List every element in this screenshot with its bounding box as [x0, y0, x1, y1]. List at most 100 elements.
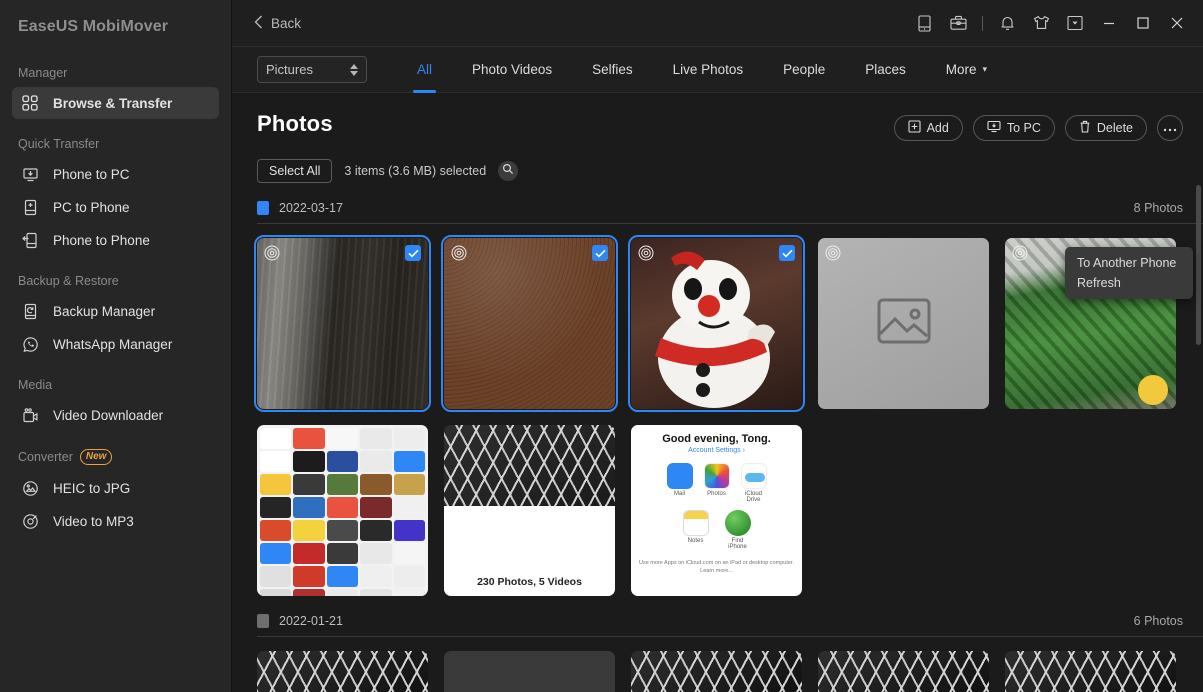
- to-pc-icon: [987, 120, 1001, 136]
- tab-places[interactable]: Places: [845, 47, 926, 93]
- photo-thumbnail-snowman[interactable]: [631, 238, 802, 409]
- live-photo-icon: [264, 245, 280, 261]
- thumbnail-image: [818, 238, 989, 409]
- heic-icon: [20, 478, 40, 498]
- live-photo-icon: [1012, 245, 1028, 261]
- section-label-text: Converter: [18, 450, 73, 464]
- menu-item-refresh[interactable]: Refresh: [1065, 273, 1193, 293]
- sidebar-item-phone-to-pc[interactable]: Phone to PC: [12, 158, 219, 190]
- toolbox-icon[interactable]: [942, 8, 974, 38]
- group-checkbox[interactable]: [257, 614, 269, 628]
- pc-to-phone-icon: [20, 197, 40, 217]
- photo-thumbnail-keyboard-2[interactable]: [631, 651, 802, 692]
- photo-thumbnail-loading[interactable]: [444, 651, 615, 692]
- source-select[interactable]: Pictures: [257, 56, 367, 83]
- to-pc-label: To PC: [1007, 121, 1041, 135]
- thumbnail-image: [1005, 651, 1176, 692]
- video-download-icon: [20, 405, 40, 425]
- sidebar-item-browse-transfer[interactable]: Browse & Transfer: [12, 87, 219, 119]
- photo-thumbnail-leather[interactable]: [444, 238, 615, 409]
- dropdown-box-icon[interactable]: [1059, 8, 1091, 38]
- photo-checkbox[interactable]: [405, 245, 421, 261]
- tab-people[interactable]: People: [763, 47, 845, 93]
- new-badge: New: [80, 449, 113, 465]
- sidebar-item-video-to-mp3[interactable]: Video to MP3: [12, 505, 219, 537]
- tab-more[interactable]: More ▾: [926, 47, 1007, 93]
- photo-thumbnail-keyboard-3[interactable]: [818, 651, 989, 692]
- tab-label: All: [417, 62, 432, 77]
- icloud-app-photos: Photos: [704, 463, 730, 503]
- tshirt-icon[interactable]: [1025, 8, 1057, 38]
- trash-icon: [1079, 120, 1091, 136]
- sidebar-item-label: Video to MP3: [53, 514, 134, 529]
- album-caption: 230 Photos, 5 Videos: [444, 568, 615, 596]
- source-select-label: Pictures: [266, 62, 350, 77]
- section-label-text: Quick Transfer: [18, 137, 99, 151]
- sidebar-item-video-downloader[interactable]: Video Downloader: [12, 399, 219, 431]
- photo-thumbnail-wood[interactable]: [257, 238, 428, 409]
- page-title: Photos: [257, 111, 333, 137]
- sidebar-item-phone-to-phone[interactable]: Phone to Phone: [12, 224, 219, 256]
- icloud-app-mail: Mail: [667, 463, 693, 503]
- tab-selfies[interactable]: Selfies: [572, 47, 653, 93]
- add-label: Add: [927, 121, 949, 135]
- app-label: Notes: [683, 538, 709, 544]
- back-button[interactable]: Back: [248, 11, 307, 36]
- photo-thumbnail-album-collage[interactable]: 230 Photos, 5 Videos: [444, 425, 615, 596]
- bell-icon[interactable]: [991, 8, 1023, 38]
- tab-live-photos[interactable]: Live Photos: [653, 47, 764, 93]
- photo-thumbnail-keyboard-1[interactable]: [257, 651, 428, 692]
- photo-thumbnail-keyboard-4[interactable]: [1005, 651, 1176, 692]
- phone-to-phone-icon: [20, 230, 40, 250]
- selection-info: 3 items (3.6 MB) selected: [344, 164, 486, 178]
- tab-all[interactable]: All: [397, 47, 452, 93]
- icloud-app-row-2: Notes Find iPhone: [637, 510, 796, 550]
- mp3-icon: [20, 511, 40, 531]
- notes-icon: [683, 510, 709, 536]
- back-label: Back: [271, 16, 301, 31]
- icloud-app-drive: iCloud Drive: [741, 463, 767, 503]
- more-options-button[interactable]: [1157, 115, 1183, 141]
- tabbar: Pictures All Photo Videos Selfies Live P…: [232, 47, 1203, 93]
- titlebar-icon-group: [908, 8, 1193, 38]
- photo-checkbox[interactable]: [592, 245, 608, 261]
- content-scrollbar[interactable]: [1196, 185, 1201, 345]
- thumbnail-image: [444, 651, 615, 692]
- photo-checkbox[interactable]: [779, 245, 795, 261]
- to-pc-button[interactable]: To PC: [973, 115, 1055, 141]
- tab-photo-videos[interactable]: Photo Videos: [452, 47, 572, 93]
- phone-icon[interactable]: [908, 8, 940, 38]
- sidebar-item-pc-to-phone[interactable]: PC to Phone: [12, 191, 219, 223]
- close-icon[interactable]: [1161, 8, 1193, 38]
- selection-bar: Select All 3 items (3.6 MB) selected: [257, 159, 1203, 183]
- select-all-button[interactable]: Select All: [257, 159, 332, 183]
- app-label: Photos: [704, 491, 730, 497]
- add-button[interactable]: Add: [894, 115, 963, 141]
- group-date-label: 2022-01-21: [279, 614, 343, 628]
- section-label-text: Manager: [18, 66, 67, 80]
- tab-label: Selfies: [592, 62, 633, 77]
- add-icon: [908, 120, 921, 136]
- sidebar-item-whatsapp-manager[interactable]: WhatsApp Manager: [12, 328, 219, 360]
- photo-thumbnail-icloud[interactable]: Good evening, Tong. Account Settings › M…: [631, 425, 802, 596]
- thumbnail-image: [257, 238, 428, 409]
- sidebar-item-backup-manager[interactable]: Backup Manager: [12, 295, 219, 327]
- sidebar-item-heic-to-jpg[interactable]: HEIC to JPG: [12, 472, 219, 504]
- app-label: iCloud Drive: [741, 491, 767, 503]
- delete-button[interactable]: Delete: [1065, 115, 1147, 141]
- sidebar-item-label: Phone to PC: [53, 167, 130, 182]
- app-label: Find iPhone: [725, 538, 751, 550]
- thumbnail-image: [257, 651, 428, 692]
- group-checkbox[interactable]: [257, 201, 269, 215]
- photo-thumbnail-logo-grid[interactable]: [257, 425, 428, 596]
- main-area: Back: [232, 0, 1203, 692]
- menu-item-to-another-phone[interactable]: To Another Phone: [1065, 253, 1193, 273]
- minimize-icon[interactable]: [1093, 8, 1125, 38]
- titlebar: Back: [232, 0, 1203, 47]
- icloud-app-find-iphone: Find iPhone: [725, 510, 751, 550]
- grid-icon: [20, 93, 40, 113]
- maximize-icon[interactable]: [1127, 8, 1159, 38]
- spinner-arrows-icon: [350, 64, 358, 76]
- photo-thumbnail-placeholder[interactable]: [818, 238, 989, 409]
- search-button[interactable]: [498, 161, 518, 181]
